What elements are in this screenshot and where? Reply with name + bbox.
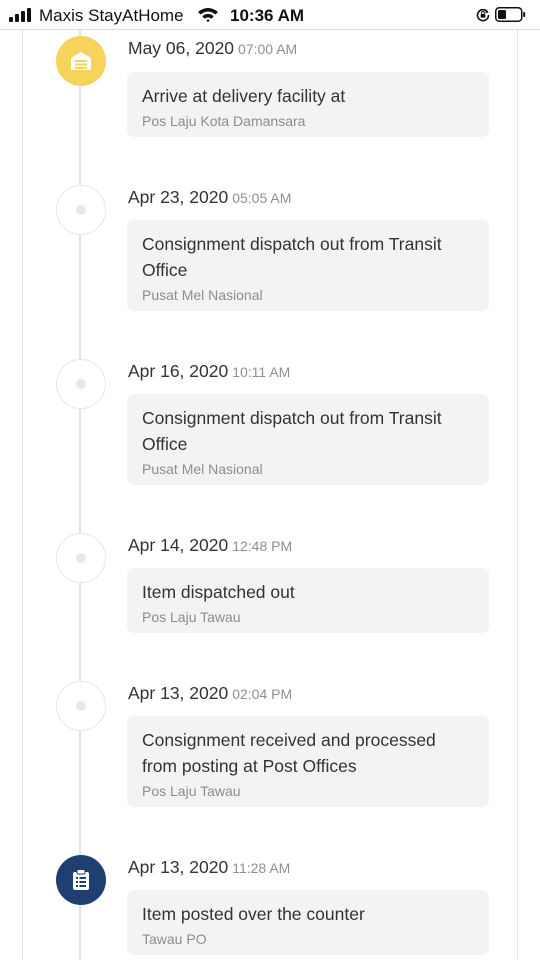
event-description: Consignment dispatch out from Transit Of… (142, 408, 442, 454)
event-card: Consignment dispatch out from Transit Of… (127, 394, 489, 485)
timeline-line (79, 30, 81, 960)
event-time: 07:00 AM (238, 41, 298, 57)
event-card: Arrive at delivery facility at Pos Laju … (127, 72, 489, 137)
status-bar: Maxis StayAtHome 10:36 AM (0, 0, 540, 30)
event-date-text: Apr 13, 2020 (128, 683, 229, 703)
event-date: Apr 14, 2020 12:48 PM (128, 535, 292, 556)
event-card: Consignment received and processed from … (127, 716, 489, 807)
event-date: Apr 13, 2020 02:04 PM (128, 683, 292, 704)
event-date-text: Apr 14, 2020 (128, 535, 229, 555)
event-description: Consignment received and processed from … (142, 730, 436, 776)
wifi-icon (198, 8, 218, 23)
event-date-text: Apr 13, 2020 (128, 857, 229, 877)
frame-border-left (22, 30, 23, 960)
carrier-name: Maxis StayAtHome (39, 6, 184, 25)
event-location: Pos Laju Kota Damansara (142, 113, 306, 129)
event-location: Pos Laju Tawau (142, 609, 241, 625)
dot-marker-icon (56, 533, 106, 583)
event-description: Arrive at delivery facility at (142, 86, 346, 106)
event-description: Consignment dispatch out from Transit Of… (142, 234, 442, 280)
event-date-text: Apr 23, 2020 (128, 187, 229, 207)
dot-marker-icon (56, 185, 106, 235)
battery-icon (495, 7, 526, 22)
event-location: Pusat Mel Nasional (142, 287, 263, 303)
event-date-text: Apr 16, 2020 (128, 361, 229, 381)
dot-marker-icon (56, 681, 106, 731)
event-date: Apr 23, 2020 05:05 AM (128, 187, 291, 208)
event-time: 12:48 PM (232, 538, 293, 554)
event-date: Apr 16, 2020 10:11 AM (128, 361, 290, 382)
event-date: Apr 13, 2020 11:28 AM (128, 857, 290, 878)
event-card: Item posted over the counter Tawau PO (127, 890, 489, 955)
event-time: 11:28 AM (232, 860, 291, 876)
event-date-text: May 06, 2020 (128, 38, 235, 58)
event-time: 02:04 PM (232, 686, 293, 702)
clipboard-icon (56, 855, 106, 905)
event-description: Item posted over the counter (142, 904, 365, 924)
clock: 10:36 AM (230, 6, 305, 25)
event-time: 05:05 AM (232, 190, 292, 206)
event-location: Pos Laju Tawau (142, 783, 241, 799)
dot-marker-icon (56, 359, 106, 409)
event-card: Consignment dispatch out from Transit Of… (127, 220, 489, 311)
frame-border-right (517, 30, 518, 960)
event-description: Item dispatched out (142, 582, 295, 602)
event-location: Pusat Mel Nasional (142, 461, 263, 477)
event-card: Item dispatched out Pos Laju Tawau (127, 568, 489, 633)
orientation-lock-icon (476, 8, 490, 22)
warehouse-icon (56, 36, 106, 86)
event-date: May 06, 2020 07:00 AM (128, 38, 297, 59)
event-location: Tawau PO (142, 931, 207, 947)
event-time: 10:11 AM (232, 364, 291, 380)
signal-icon (9, 8, 35, 22)
